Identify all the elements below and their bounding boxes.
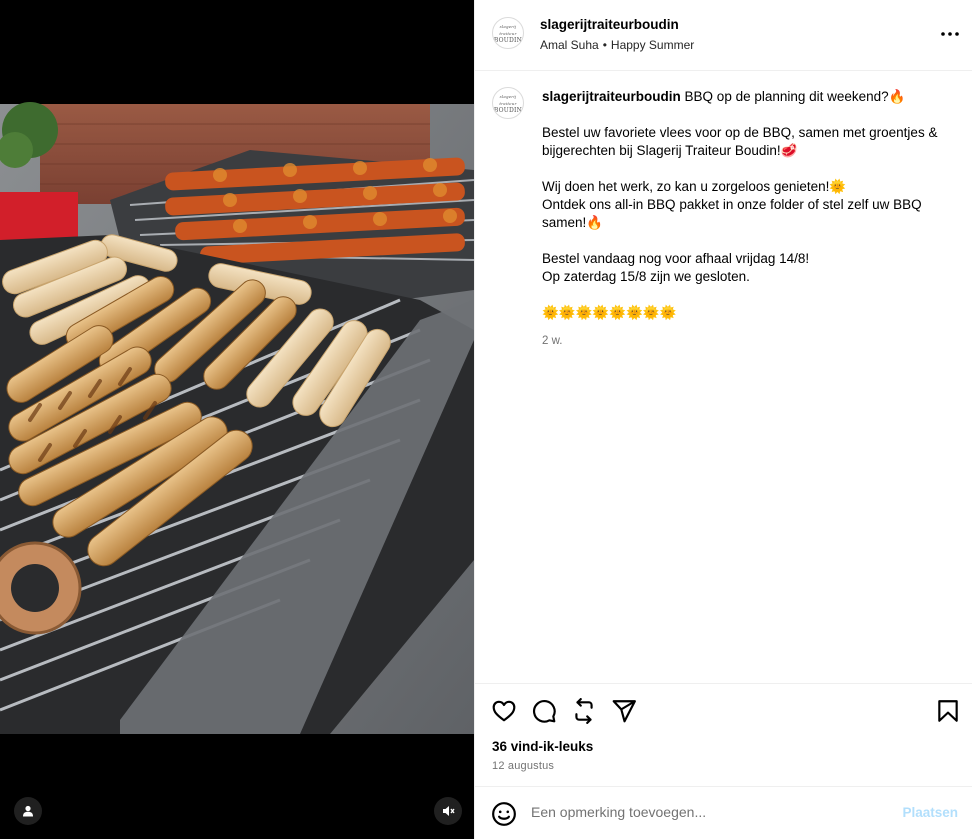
share-icon[interactable] [611, 698, 637, 724]
comment-input[interactable] [531, 804, 891, 820]
post-details-panel: slagerij traiteur BOUDIN slagerijtraiteu… [474, 0, 972, 839]
avatar[interactable]: slagerij traiteur BOUDIN [492, 87, 524, 119]
comment-icon[interactable] [531, 698, 557, 724]
post-comment-button[interactable]: Plaatsen [902, 805, 958, 820]
caption-line: Wij doen het werk, zo kan u zorgeloos ge… [542, 179, 847, 194]
like-count[interactable]: 36 vind-ik-leuks [492, 739, 593, 754]
caption-line: Bestel vandaag nog voor afhaal vrijdag 1… [542, 251, 810, 266]
audio-artist[interactable]: Amal Suha [540, 38, 599, 52]
separator: • [602, 38, 607, 52]
tagged-user-button[interactable] [14, 797, 42, 825]
comment-bar: Plaatsen [475, 786, 972, 839]
bookmark-icon[interactable] [935, 698, 961, 724]
account-name[interactable]: slagerijtraiteurboudin [540, 17, 679, 32]
repost-icon[interactable] [571, 698, 597, 724]
audio-track[interactable]: Happy Summer [611, 38, 694, 52]
caption-emoji-line: 🌞🌞🌞🌞🌞🌞🌞🌞 [542, 305, 677, 320]
action-bar: 36 vind-ik-leuks 12 augustus [475, 683, 972, 786]
caption-username[interactable]: slagerijtraiteurboudin [542, 89, 681, 104]
caption-line: BBQ op de planning dit weekend?🔥 [684, 89, 906, 104]
caption-line: Op zaterdag 15/8 zijn we gesloten. [542, 269, 750, 284]
post-date: 12 augustus [492, 760, 555, 772]
more-options-button[interactable] [938, 22, 962, 46]
post-media[interactable] [0, 0, 474, 839]
user-icon [23, 805, 33, 817]
mute-icon [443, 806, 455, 816]
caption-line: Ontdek ons all-in BBQ pakket in onze fol… [542, 197, 922, 230]
caption-section: slagerij traiteur BOUDIN slagerijtraiteu… [475, 71, 972, 683]
mute-button[interactable] [434, 797, 462, 825]
post-caption: slagerijtraiteurboudin BBQ op de plannin… [542, 88, 952, 350]
avatar[interactable]: slagerij traiteur BOUDIN [492, 17, 524, 49]
post-header: slagerij traiteur BOUDIN slagerijtraiteu… [475, 0, 972, 71]
heart-icon[interactable] [491, 698, 517, 724]
emoji-icon[interactable] [491, 801, 517, 827]
more-icon [941, 32, 959, 36]
caption-paragraph: Bestel uw favoriete vlees voor op de BBQ… [542, 125, 938, 158]
bbq-photo [0, 0, 474, 839]
time-ago[interactable]: 2 w. [542, 332, 952, 350]
audio-info[interactable]: Amal Suha • Happy Summer [540, 38, 694, 52]
